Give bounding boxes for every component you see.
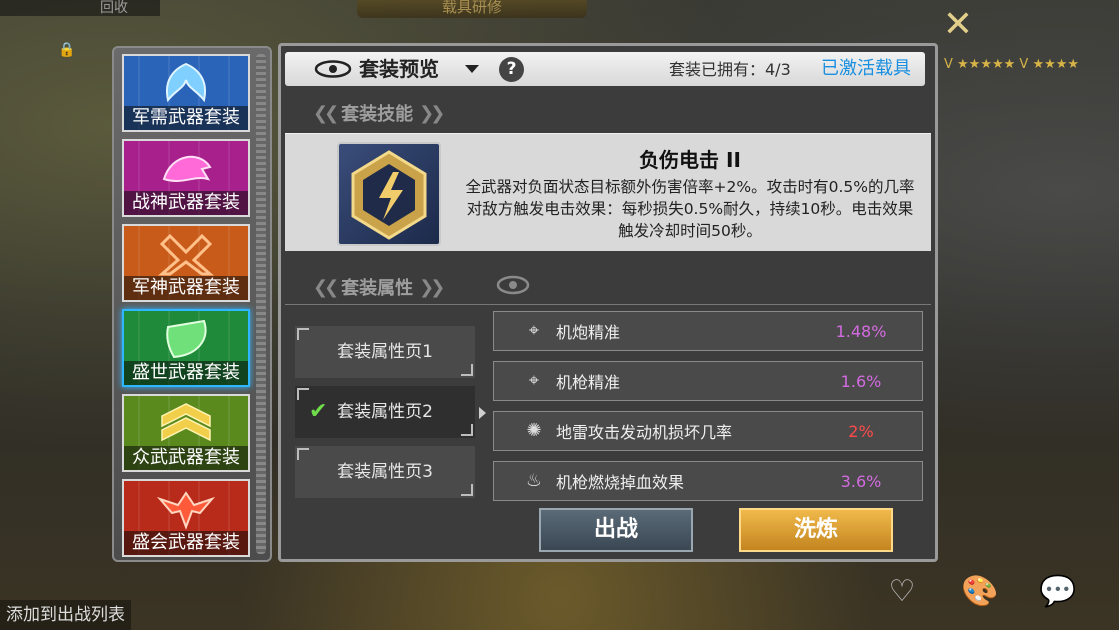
attr-page-3-button[interactable]: 套装属性页3 <box>295 446 475 498</box>
attr-name: 地雷攻击发动机损坏几率 <box>556 423 733 442</box>
attr-page-2-button[interactable]: ✔ 套装属性页2 <box>295 386 475 438</box>
top-title: 载具研修 <box>357 0 587 18</box>
attr-value: 1.48% <box>835 321 887 341</box>
mine-icon: ✺ <box>526 420 542 441</box>
vehicle-stars: V ★★★★★ V ★★★★ <box>944 57 1080 72</box>
shield-emblem-icon <box>166 319 207 359</box>
suit-item[interactable]: 军神武器套装 <box>122 224 250 302</box>
chat-icon[interactable]: 💬 <box>1034 572 1082 630</box>
attr-value: 2% <box>848 421 874 441</box>
suit-list: 军需武器套装 战神武器套装 军神武器套装 盛世武器套装 众武武器套装 盛会武器套装 <box>112 46 272 562</box>
beast-emblem-icon <box>162 155 212 182</box>
skill-description: 全武器对负面状态目标额外伤害倍率+2%。攻击时有0.5%的几率对敌方触发电击效果… <box>465 178 915 240</box>
recycle-label[interactable]: 回收 <box>0 0 160 16</box>
suit-item[interactable]: 军需武器套装 <box>122 54 250 132</box>
panel-header: 套装预览 ? 套装已拥有：4/3 已激活载具 <box>285 52 925 86</box>
crosshair-icon: ⌖ <box>528 370 540 391</box>
refine-button[interactable]: 洗炼 <box>739 508 893 552</box>
suit-item[interactable]: 战神武器套装 <box>122 139 250 217</box>
attr-row: ⌖ 机炮精准 1.48% <box>493 311 923 351</box>
attr-name: 机炮精准 <box>556 323 621 342</box>
suit-label: 盛世武器套装 <box>124 361 248 385</box>
suit-label: 军需武器套装 <box>124 106 248 130</box>
divider <box>285 304 931 305</box>
eagle-emblem-icon <box>156 491 216 530</box>
suit-label: 军神武器套装 <box>124 276 248 300</box>
wing-emblem-icon <box>166 62 206 103</box>
suit-item[interactable]: 众武武器套装 <box>122 394 250 472</box>
skill-box: 负伤电击 II 全武器对负面状态目标额外伤害倍率+2%。攻击时有0.5%的几率对… <box>285 133 931 251</box>
suit-item[interactable]: 盛世武器套装 <box>122 309 250 387</box>
dropdown-caret-icon[interactable] <box>465 65 479 73</box>
suit-label: 盛会武器套装 <box>124 531 248 555</box>
skill-section-label: ❮❮ 套装技能 ❯❯ <box>313 102 445 126</box>
paint-icon[interactable]: 🎨 <box>956 572 1004 630</box>
check-icon: ✔ <box>309 399 328 424</box>
crosshair-icon: ⌖ <box>528 320 540 341</box>
skill-name: 负伤电击 II <box>639 148 741 172</box>
attr-name: 机枪精准 <box>556 373 621 392</box>
battle-button[interactable]: 出战 <box>539 508 693 552</box>
lightning-skill-icon <box>337 142 441 246</box>
attr-page-1-button[interactable]: 套装属性页1 <box>295 326 475 378</box>
attr-row: ⌖ 机枪精准 1.6% <box>493 361 923 401</box>
burn-icon: ♨ <box>525 470 543 491</box>
attr-name: 机枪燃烧掉血效果 <box>556 473 685 492</box>
suit-preview-panel: 套装预览 ? 套装已拥有：4/3 已激活载具 ❮❮ 套装技能 ❯❯ 负伤电击 II … <box>278 43 938 562</box>
active-page-arrow <box>479 407 486 419</box>
suit-item[interactable]: 盛会武器套装 <box>122 479 250 557</box>
add-to-battle-list[interactable]: 添加到出战列表 <box>0 600 131 630</box>
attr-value: 1.6% <box>840 371 882 391</box>
attr-eye-icon[interactable] <box>495 274 531 296</box>
help-icon[interactable]: ? <box>499 57 524 82</box>
attr-section-label: ❮❮ 套装属性 ❯❯ <box>313 276 445 300</box>
lock-icon: 🔒 <box>58 42 76 58</box>
suit-list-scrollbar[interactable] <box>256 54 266 554</box>
owned-count: 套装已拥有：4/3 <box>669 60 791 79</box>
attr-value: 3.6% <box>840 471 882 491</box>
bottom-toolbar: ♡ 🎨 💬 <box>870 572 1119 630</box>
suit-label: 众武武器套装 <box>124 446 248 470</box>
activated-vehicles-link[interactable]: 已激活载具 <box>821 56 911 82</box>
eye-icon <box>314 60 352 78</box>
chevron-emblem-icon <box>161 403 211 442</box>
cross-emblem-icon <box>158 233 214 276</box>
panel-title[interactable]: 套装预览 <box>359 56 439 82</box>
close-button[interactable]: ✕ <box>938 6 978 46</box>
suit-label: 战神武器套装 <box>124 191 248 215</box>
attr-row: ✺ 地雷攻击发动机损坏几率 2% <box>493 411 923 451</box>
heart-icon[interactable]: ♡ <box>878 572 926 630</box>
attr-row: ♨ 机枪燃烧掉血效果 3.6% <box>493 461 923 501</box>
